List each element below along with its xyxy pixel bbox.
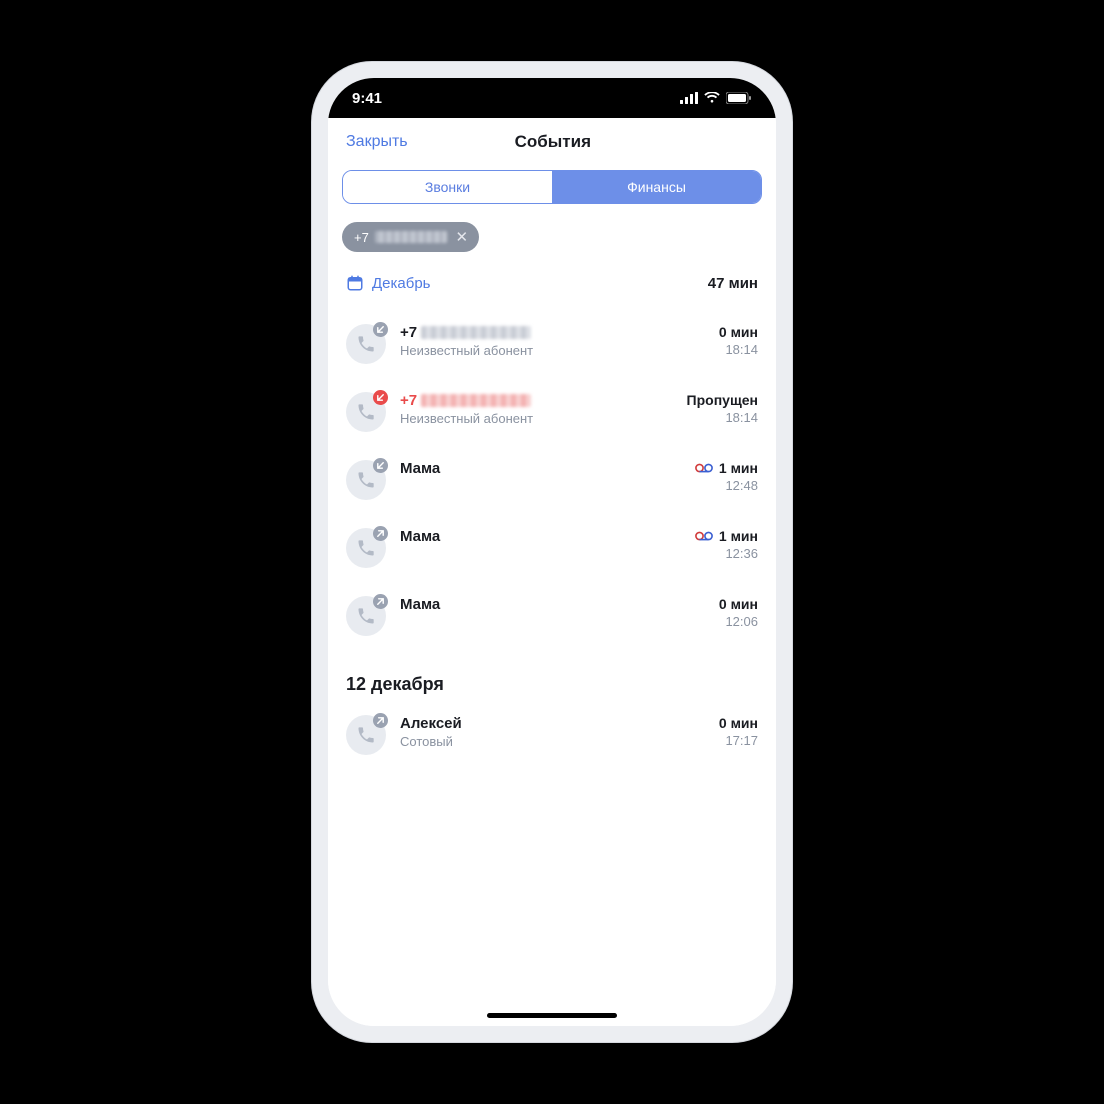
call-value: 1 мин (695, 528, 758, 544)
call-right: 0 мин 12:06 (719, 596, 758, 629)
call-row[interactable]: Мама 1 мин 12:48 (328, 446, 776, 514)
call-avatar (346, 460, 386, 500)
call-value: 0 мин (719, 715, 758, 731)
chip-blurred-number (375, 231, 447, 243)
call-row[interactable]: Мама 0 мин 12:06 (328, 582, 776, 650)
call-direction-badge (373, 390, 388, 405)
segment-control: Звонки Финансы (342, 170, 762, 204)
call-time: 17:17 (719, 733, 758, 748)
call-avatar (346, 596, 386, 636)
calendar-icon (346, 274, 364, 292)
call-title: Мама (400, 460, 681, 477)
status-icons (680, 92, 752, 104)
status-time: 9:41 (352, 90, 382, 107)
call-subtitle: Неизвестный абонент (400, 343, 705, 358)
call-direction-badge (373, 594, 388, 609)
call-main: Мама (400, 460, 681, 477)
call-avatar (346, 715, 386, 755)
date-section-header: 12 декабря (328, 650, 776, 701)
call-title: Мама (400, 596, 705, 613)
header: Закрыть События (328, 118, 776, 162)
call-subtitle: Неизвестный абонент (400, 411, 673, 426)
call-row[interactable]: Алексей Сотовый 0 мин 17:17 (328, 701, 776, 769)
call-subtitle: Сотовый (400, 734, 705, 749)
voicemail-icon (695, 528, 713, 544)
call-direction-badge (373, 713, 388, 728)
call-title: Алексей (400, 715, 705, 732)
call-row[interactable]: +7 Неизвестный абонент 0 мин 18:14 (328, 310, 776, 378)
call-right: 1 мин 12:36 (695, 528, 758, 561)
tab-calls[interactable]: Звонки (343, 171, 552, 203)
screen: 9:41 Закрыть События Звонки Финансы +7 (328, 78, 776, 1026)
call-avatar (346, 392, 386, 432)
call-direction-badge (373, 322, 388, 337)
call-time: 12:48 (695, 478, 758, 493)
phone-frame: 9:41 Закрыть События Звонки Финансы +7 (312, 62, 792, 1042)
call-title: +7 (400, 392, 673, 409)
filter-chip[interactable]: +7 ✕ (342, 222, 479, 252)
call-main: +7 Неизвестный абонент (400, 392, 673, 426)
call-value: 0 мин (719, 596, 758, 612)
call-title: Мама (400, 528, 681, 545)
content: Закрыть События Звонки Финансы +7 ✕ Дека… (328, 118, 776, 1026)
wifi-icon (704, 92, 720, 104)
call-avatar (346, 528, 386, 568)
call-main: Мама (400, 596, 705, 613)
call-title-prefix: +7 (400, 324, 417, 341)
call-right: 0 мин 18:14 (719, 324, 758, 357)
call-direction-badge (373, 458, 388, 473)
call-blurred-number (421, 394, 531, 407)
call-row[interactable]: Мама 1 мин 12:36 (328, 514, 776, 582)
call-row[interactable]: +7 Неизвестный абонент Пропущен 18:14 (328, 378, 776, 446)
home-indicator[interactable] (487, 1013, 617, 1018)
page-title: События (348, 132, 758, 152)
month-total: 47 мин (708, 275, 758, 292)
call-time: 18:14 (687, 410, 758, 425)
call-value: 1 мин (695, 460, 758, 476)
call-main: Алексей Сотовый (400, 715, 705, 749)
call-right: 1 мин 12:48 (695, 460, 758, 493)
call-time: 18:14 (719, 342, 758, 357)
call-time: 12:06 (719, 614, 758, 629)
month-label: Декабрь (372, 275, 430, 292)
call-main: Мама (400, 528, 681, 545)
status-bar: 9:41 (328, 78, 776, 118)
call-value: 0 мин (719, 324, 758, 340)
call-title: +7 (400, 324, 705, 341)
call-right: 0 мин 17:17 (719, 715, 758, 748)
call-direction-badge (373, 526, 388, 541)
tab-finances[interactable]: Финансы (552, 171, 761, 203)
month-picker[interactable]: Декабрь (346, 274, 430, 292)
signal-icon (680, 92, 698, 104)
call-avatar (346, 324, 386, 364)
call-blurred-number (421, 326, 531, 339)
voicemail-icon (695, 460, 713, 476)
call-time: 12:36 (695, 546, 758, 561)
notch (452, 78, 652, 106)
call-right: Пропущен 18:14 (687, 392, 758, 425)
month-summary: Декабрь 47 мин (328, 274, 776, 310)
chip-close-icon[interactable]: ✕ (453, 228, 471, 246)
call-main: +7 Неизвестный абонент (400, 324, 705, 358)
battery-icon (726, 92, 752, 104)
call-title-prefix: +7 (400, 392, 417, 409)
chip-prefix: +7 (354, 230, 369, 245)
call-value: Пропущен (687, 392, 758, 408)
